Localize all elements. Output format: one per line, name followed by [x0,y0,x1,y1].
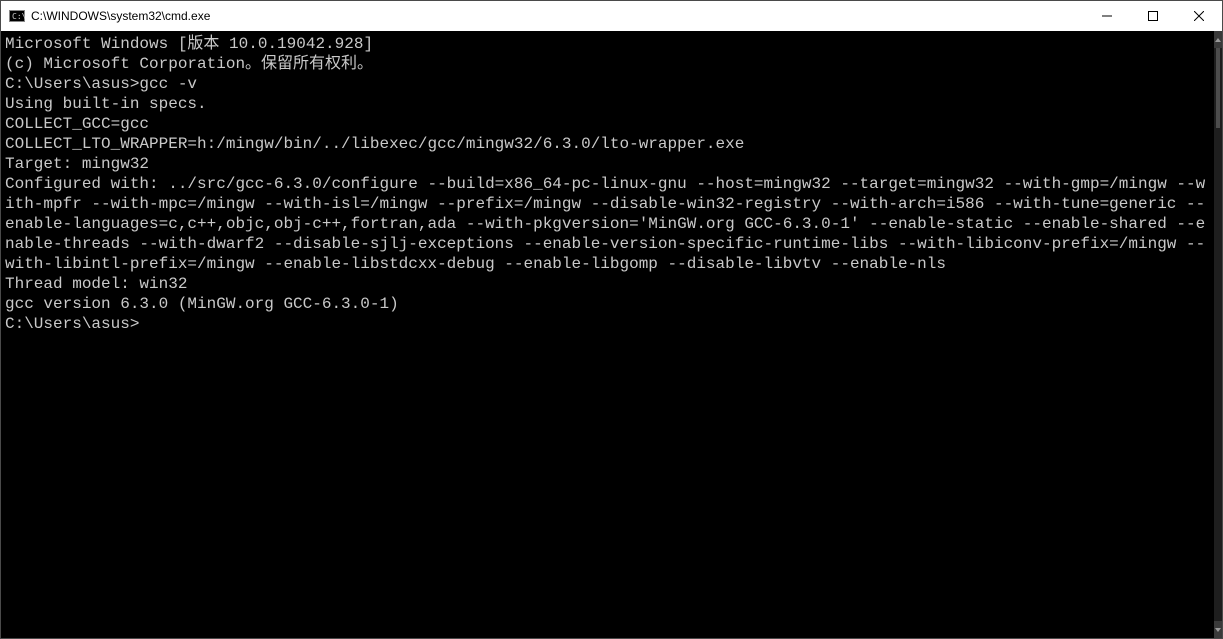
scroll-thumb[interactable] [1216,48,1220,128]
terminal-line: COLLECT_LTO_WRAPPER=h:/mingw/bin/../libe… [5,134,1214,154]
terminal-line: COLLECT_GCC=gcc [5,114,1214,134]
minimize-button[interactable] [1084,1,1130,31]
terminal-line: C:\Users\asus>gcc -v [5,74,1214,94]
terminal-line: Using built-in specs. [5,94,1214,114]
cmd-icon: C:\ [9,8,25,24]
scroll-down-arrow-icon[interactable] [1214,621,1222,638]
svg-text:C:\: C:\ [12,12,25,21]
scroll-up-arrow-icon[interactable] [1214,31,1222,48]
terminal-line: Target: mingw32 [5,154,1214,174]
terminal-line: Microsoft Windows [版本 10.0.19042.928] [5,34,1214,54]
terminal-line: C:\Users\asus> [5,314,1214,334]
vertical-scrollbar[interactable] [1214,31,1222,638]
terminal-line: gcc version 6.3.0 (MinGW.org GCC-6.3.0-1… [5,294,1214,314]
window-title: C:\WINDOWS\system32\cmd.exe [31,9,210,23]
titlebar[interactable]: C:\ C:\WINDOWS\system32\cmd.exe [1,1,1222,31]
cmd-window: C:\ C:\WINDOWS\system32\cmd.exe Microsof… [0,0,1223,639]
maximize-button[interactable] [1130,1,1176,31]
terminal-line: (c) Microsoft Corporation。保留所有权利。 [5,54,1214,74]
terminal-line: Thread model: win32 [5,274,1214,294]
terminal-output[interactable]: Microsoft Windows [版本 10.0.19042.928](c)… [1,31,1214,638]
window-controls [1084,1,1222,31]
terminal-area: Microsoft Windows [版本 10.0.19042.928](c)… [1,31,1222,638]
terminal-line: Configured with: ../src/gcc-6.3.0/config… [5,174,1214,274]
close-button[interactable] [1176,1,1222,31]
scroll-track[interactable] [1214,48,1222,621]
